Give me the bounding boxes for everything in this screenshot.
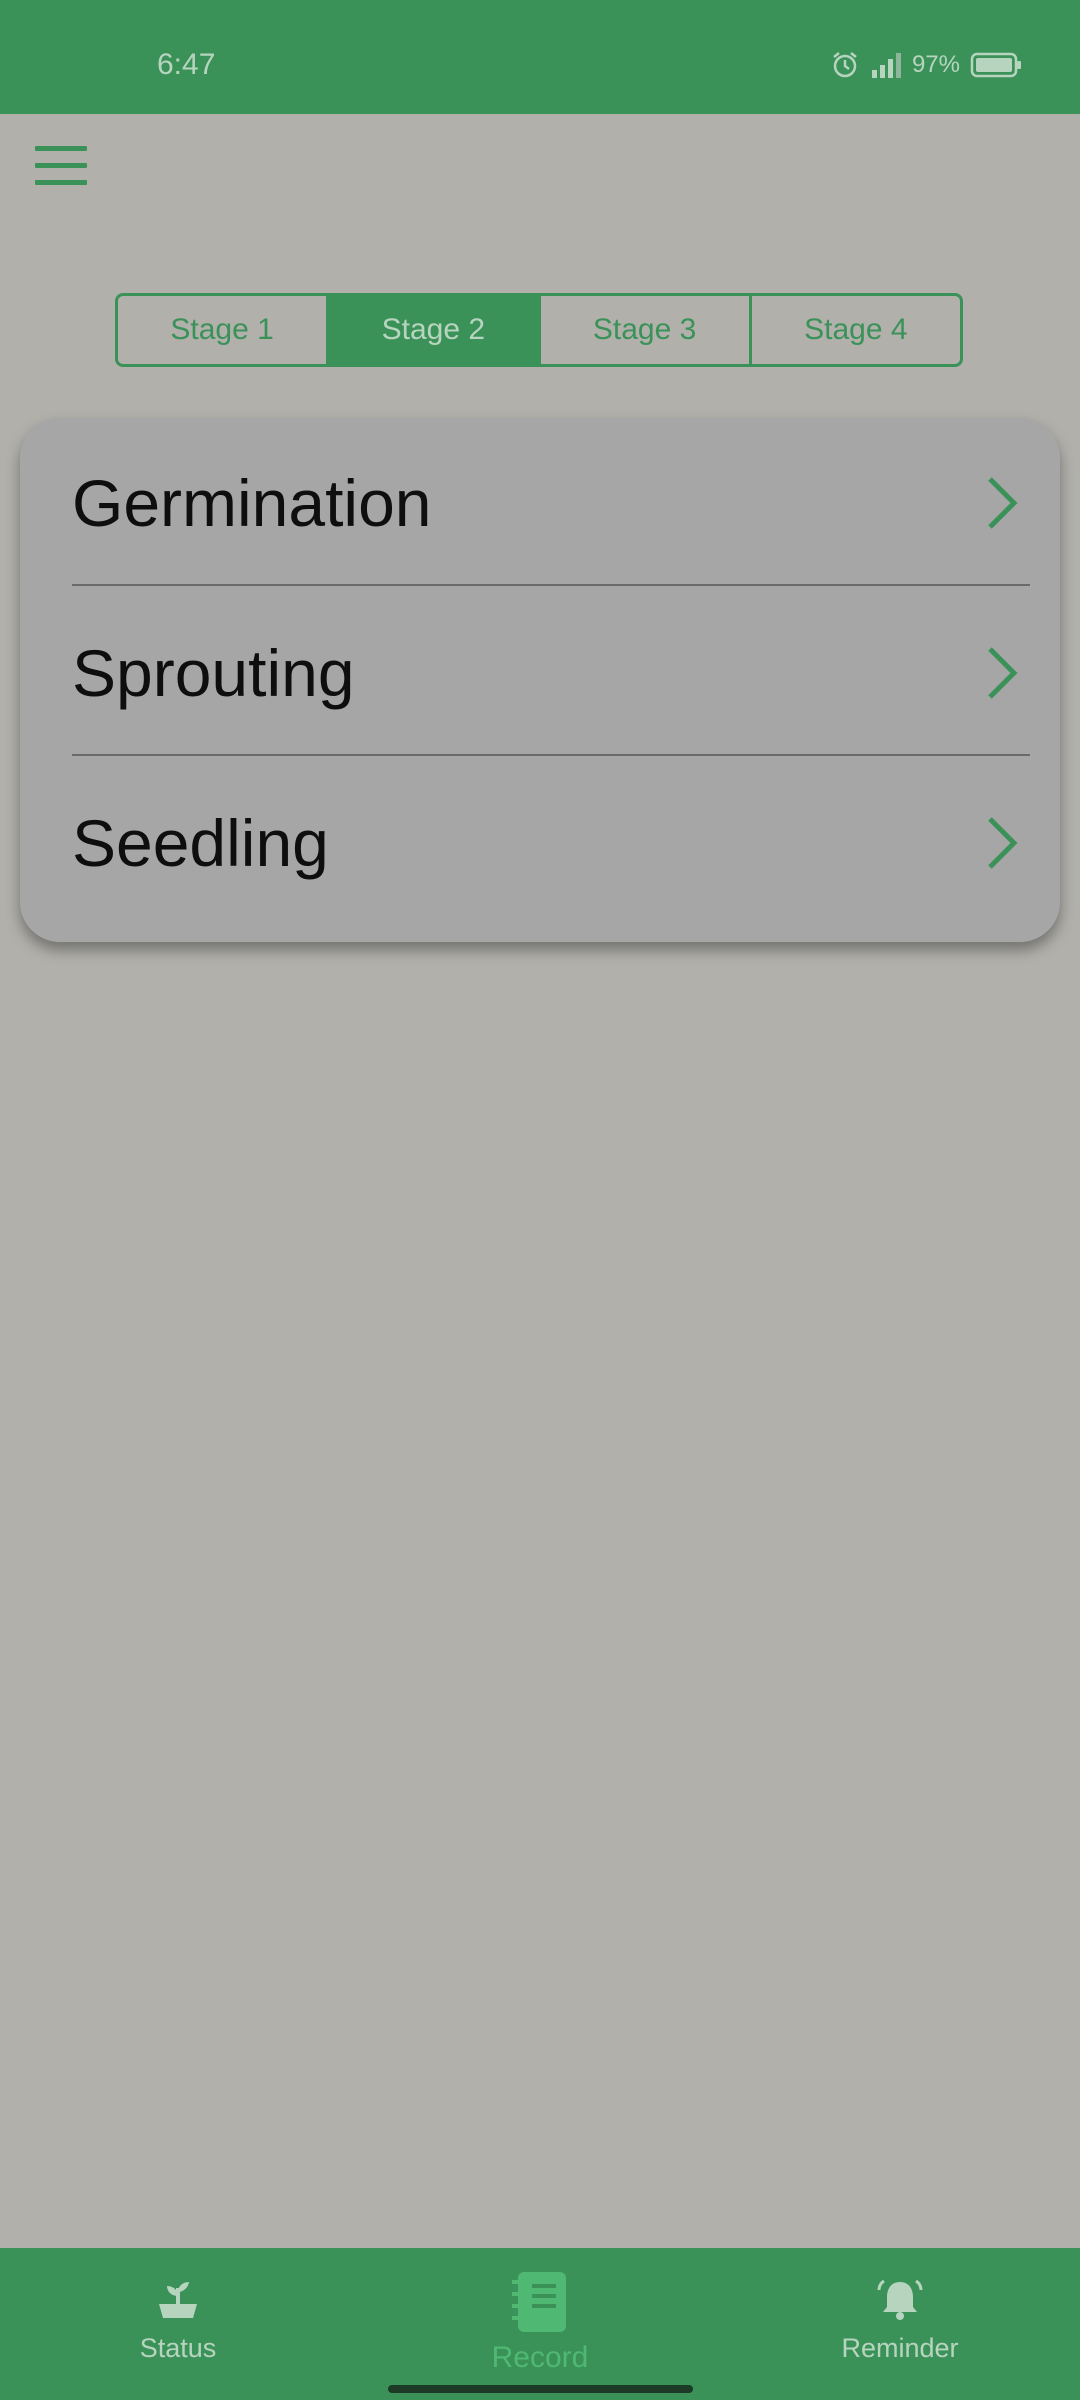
nav-label: Reminder xyxy=(841,2333,959,2363)
list-item-label: Sprouting xyxy=(72,636,355,710)
list-item-label: Seedling xyxy=(72,806,329,880)
bell-icon xyxy=(875,2278,925,2327)
chevron-right-icon xyxy=(984,815,1020,876)
nav-record[interactable]: Record xyxy=(440,2248,640,2400)
nav-reminder[interactable]: Reminder xyxy=(800,2248,1000,2400)
stage-tabs: Stage 1 Stage 2 Stage 3 Stage 4 xyxy=(115,293,963,367)
list-item-germination[interactable]: Germination xyxy=(72,418,1030,588)
hamburger-menu-icon[interactable] xyxy=(32,140,90,190)
nav-status[interactable]: Status xyxy=(78,2248,278,2400)
bottom-nav: Status Record Reminder xyxy=(0,2248,1080,2400)
battery-icon xyxy=(970,51,1022,79)
tab-stage-1[interactable]: Stage 1 xyxy=(118,296,326,364)
tab-stage-4[interactable]: Stage 4 xyxy=(748,296,960,364)
plant-status-icon xyxy=(155,2278,201,2327)
alarm-icon xyxy=(830,50,860,80)
battery-percent: 97% xyxy=(911,51,960,78)
nav-label: Record xyxy=(491,2341,589,2374)
list-item-sprouting[interactable]: Sprouting xyxy=(72,588,1030,758)
home-indicator[interactable] xyxy=(388,2385,693,2393)
stage-list-card: Germination Sprouting Seedling xyxy=(20,418,1060,942)
signal-icon xyxy=(870,50,904,80)
status-bar: 6:47 97% xyxy=(0,0,1080,114)
status-icons: 97% xyxy=(820,50,1022,80)
list-item-seedling[interactable]: Seedling xyxy=(72,758,1030,928)
status-time: 6:47 xyxy=(157,48,216,81)
tab-stage-3[interactable]: Stage 3 xyxy=(537,296,749,364)
tab-stage-2[interactable]: Stage 2 xyxy=(326,296,538,364)
nav-label: Status xyxy=(139,2333,217,2363)
chevron-right-icon xyxy=(984,645,1020,706)
list-item-label: Germination xyxy=(72,466,432,540)
divider xyxy=(72,754,1030,756)
notebook-icon xyxy=(510,2270,570,2339)
divider xyxy=(72,584,1030,586)
chevron-right-icon xyxy=(984,475,1020,536)
